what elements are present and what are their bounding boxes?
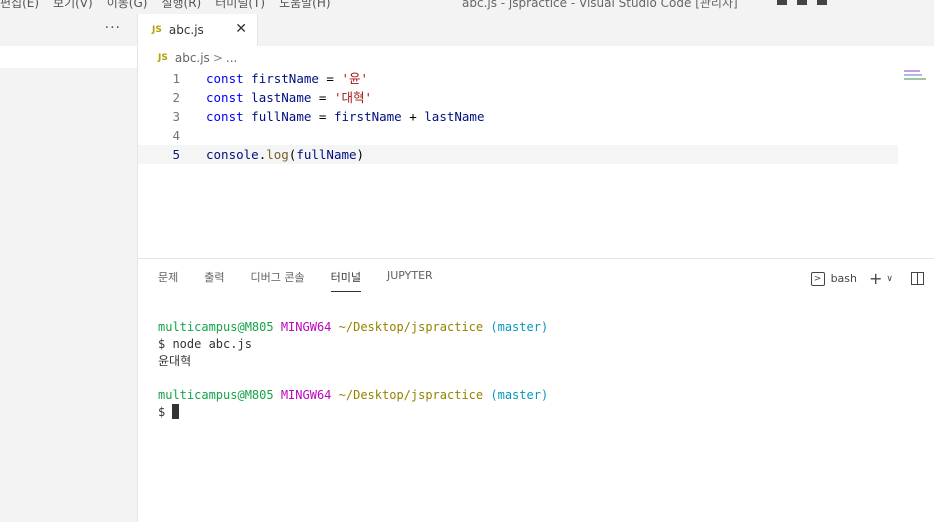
line-code: const fullName = firstName + lastName (206, 107, 485, 126)
prompt-user: multicampus@M805 (158, 388, 274, 402)
code-token: lastName (424, 109, 485, 124)
line-number: 5 (172, 147, 180, 162)
chevron-down-icon[interactable]: ∨ (886, 274, 893, 284)
layout-toggle-icon[interactable] (797, 0, 807, 5)
prompt-path: ~/Desktop/jspractice (338, 388, 484, 402)
menu-view[interactable]: 보기(V) (53, 0, 107, 11)
panel-tabs: 문제 출력 디버그 콘솔 터미널 JUPYTER (158, 269, 459, 292)
js-file-icon: JS (158, 53, 168, 63)
bottom-panel: 문제 출력 디버그 콘솔 터미널 JUPYTER > bash + ∨ multicam… (138, 258, 934, 522)
menu-bar: 편집(E) 보기(V) 이동(G) 실행(R) 터미널(T) 도움말(H) (0, 0, 345, 11)
line-code: const lastName = '대혁' (206, 88, 372, 107)
code-token: + (401, 109, 425, 124)
code-token: const (206, 109, 244, 124)
terminal-prompt-line: multicampus@M805 MINGW64 ~/Desktop/jspra… (158, 387, 548, 404)
code-token: const (206, 71, 244, 86)
code-token: fullName (296, 147, 357, 162)
terminal-output-line: 윤대혁 (158, 354, 192, 368)
line-code: const firstName = '윤' (206, 69, 368, 88)
code-token: firstName (333, 109, 402, 124)
minimap[interactable] (904, 70, 928, 84)
panel-tab[interactable]: 디버그 콘솔 (251, 269, 305, 292)
editor-tab-bar: JS abc.js ✕ (138, 14, 934, 46)
layout-toggle-icon[interactable] (777, 0, 787, 5)
line-code: console.log(fullName) (206, 145, 364, 164)
breadcrumb-symbols[interactable]: ... (226, 51, 237, 65)
prompt-env: MINGW64 (280, 320, 332, 334)
terminal-output[interactable]: multicampus@M805 MINGW64 ~/Desktop/jspra… (158, 319, 548, 421)
sidebar-header: ··· (0, 14, 137, 46)
new-terminal-icon[interactable]: + (869, 269, 882, 288)
panel-tab[interactable]: 터미널 (330, 269, 361, 292)
code-token: ) (356, 147, 365, 162)
menu-help[interactable]: 도움말(H) (279, 0, 345, 11)
line-number: 2 (172, 90, 180, 105)
prompt-path: ~/Desktop/jspractice (338, 320, 484, 334)
terminal-prompt-line: multicampus@M805 MINGW64 ~/Desktop/jspra… (158, 319, 548, 336)
breadcrumb-file[interactable]: abc.js (175, 51, 210, 65)
line-number: 4 (172, 128, 180, 143)
code-token: '윤' (341, 71, 369, 86)
code-token: = (311, 90, 334, 105)
terminal-icon[interactable]: > (810, 271, 825, 286)
terminal-shell-name[interactable]: bash (831, 272, 857, 285)
code-line[interactable]: 1 const firstName = '윤' (138, 69, 898, 88)
line-number: 3 (172, 109, 180, 124)
panel-tab[interactable]: JUPYTER (387, 269, 433, 292)
code-editor[interactable]: 1 const firstName = '윤' 2 const lastName = … (138, 68, 934, 258)
window-title: abc.js - jspractice - Visual Studio Code… (462, 0, 738, 10)
js-file-icon: JS (152, 25, 162, 35)
close-icon[interactable]: ✕ (235, 21, 247, 37)
code-token: fullName (251, 109, 312, 124)
prompt-branch: (master) (490, 320, 549, 334)
sidebar-selected-row[interactable] (0, 46, 137, 68)
title-bar: 편집(E) 보기(V) 이동(G) 실행(R) 터미널(T) 도움말(H) ab… (0, 0, 934, 14)
tab-label: abc.js (168, 23, 204, 37)
tab-abc-js[interactable]: JS abc.js ✕ (138, 14, 258, 46)
terminal-cursor (172, 404, 180, 419)
code-line[interactable]: 5 console.log(fullName) (138, 145, 898, 164)
menu-terminal[interactable]: 터미널(T) (215, 0, 279, 11)
code-token: = (311, 109, 334, 124)
code-token: lastName (251, 90, 312, 105)
terminal-input-line[interactable]: $ (158, 404, 548, 421)
prompt-user: multicampus@M805 (158, 320, 274, 334)
menu-go[interactable]: 이동(G) (107, 0, 162, 11)
code-line[interactable]: 4 (138, 126, 898, 145)
split-terminal-icon[interactable] (911, 272, 924, 285)
line-number: 1 (172, 71, 180, 86)
more-actions-icon[interactable]: ··· (105, 20, 121, 36)
code-token: firstName (251, 71, 319, 86)
panel-actions: > bash + ∨ (810, 269, 924, 288)
panel-tab[interactable]: 출력 (204, 269, 224, 292)
code-token: = (318, 71, 342, 86)
prompt-branch: (master) (490, 388, 549, 402)
menu-edit[interactable]: 편집(E) (0, 0, 53, 11)
panel-tab[interactable]: 문제 (158, 269, 178, 292)
breadcrumb: JS abc.js > ... (138, 46, 934, 70)
code-token: console (206, 147, 259, 162)
code-line[interactable]: 3 const fullName = firstName + lastName (138, 107, 898, 126)
chevron-right-icon: > (212, 51, 223, 65)
layout-toggle-icon[interactable] (817, 0, 827, 5)
menu-run[interactable]: 실행(R) (161, 0, 215, 11)
terminal-command-line: $ node abc.js (158, 337, 252, 351)
prompt-dollar: $ (158, 405, 173, 419)
prompt-env: MINGW64 (280, 388, 332, 402)
code-line[interactable]: 2 const lastName = '대혁' (138, 88, 898, 107)
code-token: '대혁' (333, 90, 373, 105)
code-token: const (206, 90, 244, 105)
code-token: log (266, 147, 289, 162)
explorer-sidebar: ··· (0, 14, 138, 522)
